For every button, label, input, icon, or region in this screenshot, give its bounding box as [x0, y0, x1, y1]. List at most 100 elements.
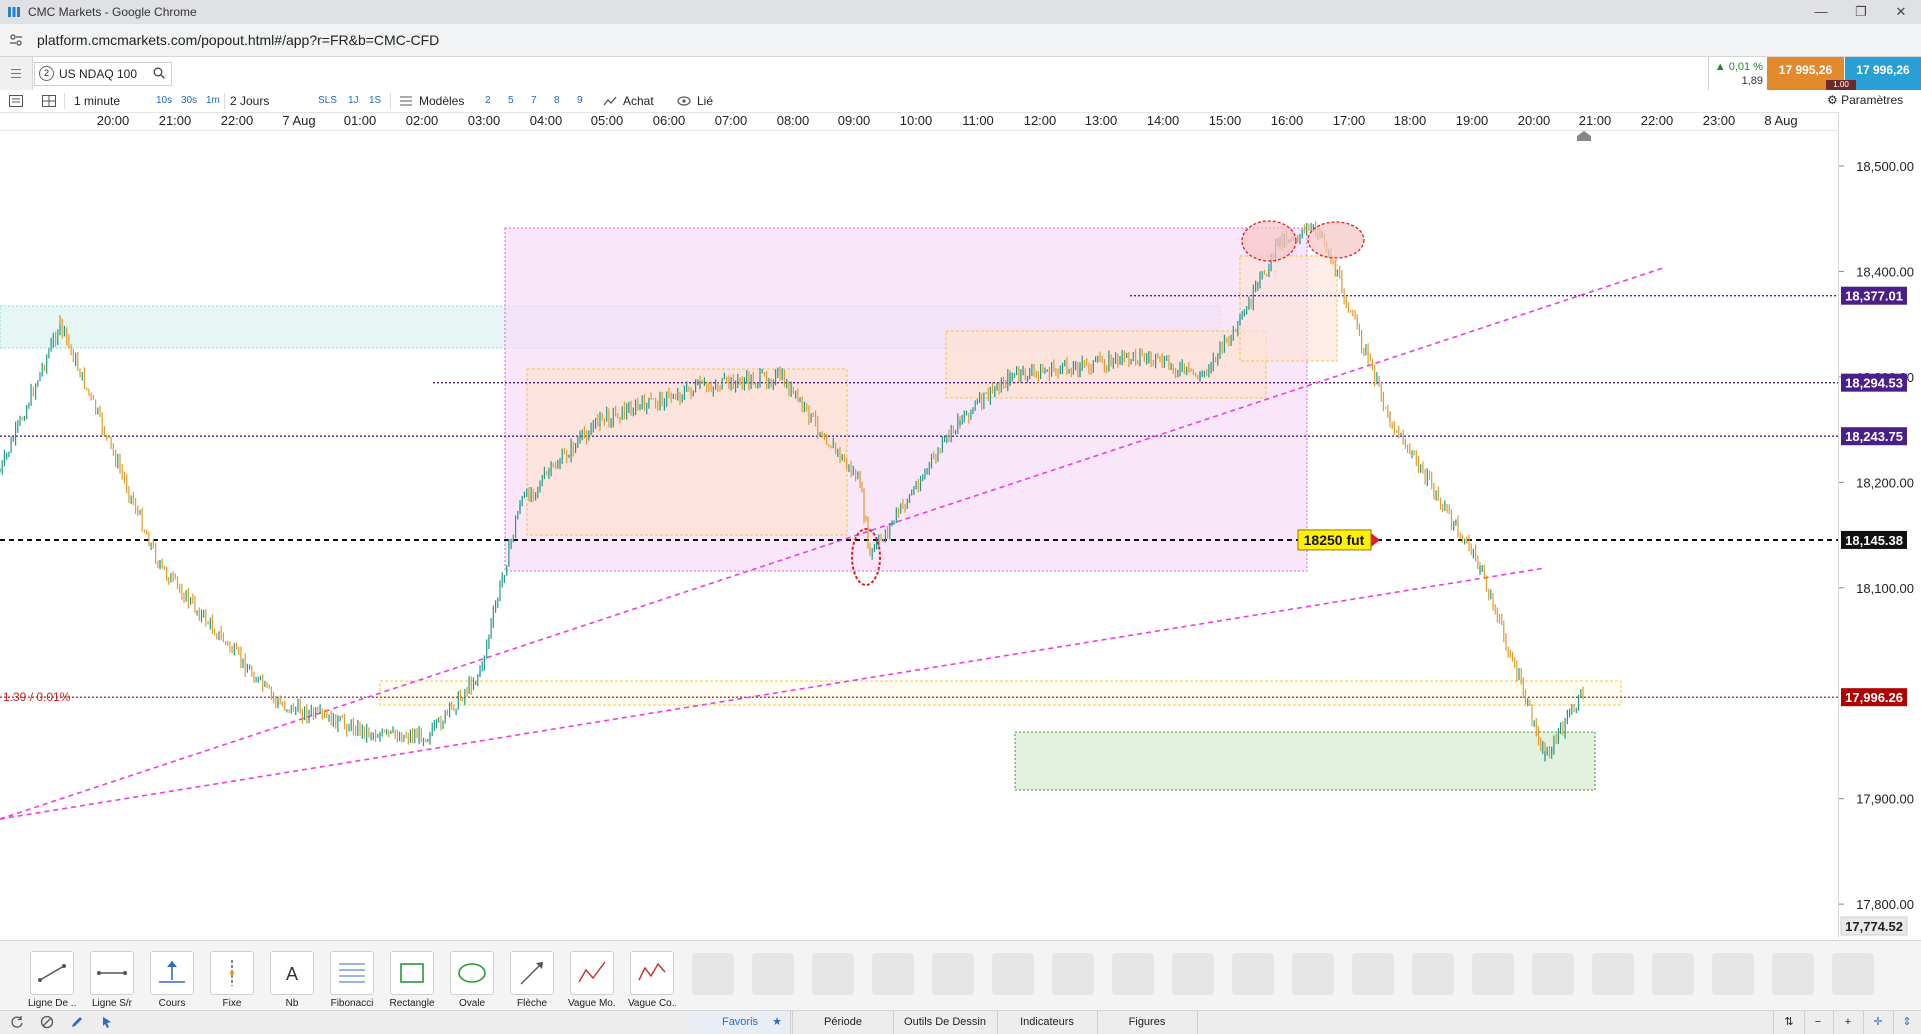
restore-icon[interactable]: ❐ [1841, 0, 1881, 24]
time-marker-icon [1577, 131, 1591, 141]
pencil-icon[interactable] [70, 1015, 84, 1029]
tool-label: Rectangle [389, 998, 435, 1009]
templates-icon[interactable] [398, 93, 414, 109]
zone-yellow [379, 680, 1622, 706]
buy-button[interactable]: 17 996,26 [1845, 57, 1921, 90]
tool-arrow[interactable]: Flèche [508, 951, 556, 1009]
price-chart[interactable]: 18250 fut 1.39 / 0.01% [0, 131, 1838, 938]
tool-line[interactable]: Ligne De ... [28, 951, 76, 1009]
range-1s[interactable]: 1S [369, 95, 381, 106]
preset-5[interactable]: 5 [508, 95, 514, 106]
url-text[interactable]: platform.cmcmarkets.com/popout.html#/app… [37, 32, 439, 48]
browser-titlebar: CMC Markets - Google Chrome — ❐ ✕ [0, 0, 1921, 25]
time-tick: 17:00 [1332, 113, 1366, 128]
empty-tool-slot[interactable] [1112, 953, 1154, 995]
cursor-icon[interactable] [100, 1015, 114, 1029]
tool-sr[interactable]: Ligne S/r [88, 951, 136, 1009]
crosshair-icon[interactable]: ✛ [1863, 1011, 1894, 1034]
empty-tool-slot[interactable] [1052, 953, 1094, 995]
settings-button[interactable]: ⚙ Paramètres [1827, 93, 1903, 107]
preset-8[interactable]: 8 [554, 95, 560, 106]
refresh-icon[interactable] [10, 1015, 24, 1029]
preset-7[interactable]: 7 [531, 95, 537, 106]
tool-fixed-icon [210, 951, 254, 995]
time-tick: 18:00 [1393, 113, 1427, 128]
price-axis[interactable]: 18,500.0018,400.0018,300.0018,200.0018,1… [1838, 112, 1921, 938]
zone-green [1014, 731, 1596, 791]
tool-rectangle[interactable]: Rectangle [388, 951, 436, 1009]
range-select[interactable]: 2 Jours [230, 94, 269, 108]
empty-tool-slot[interactable] [1652, 953, 1694, 995]
range-1j[interactable]: 1J [348, 95, 359, 106]
disable-icon[interactable] [40, 1015, 54, 1029]
spread-badge: 1.00 [1826, 80, 1856, 90]
preset-2[interactable]: 2 [485, 95, 491, 106]
time-tick: 13:00 [1084, 113, 1118, 128]
empty-tool-slot[interactable] [1352, 953, 1394, 995]
interval-10s[interactable]: 10s [156, 95, 172, 106]
zoom-out-icon[interactable]: − [1803, 1011, 1834, 1034]
tool-text[interactable]: A Nb [268, 951, 316, 1009]
interval-select[interactable]: 1 minute [74, 94, 120, 108]
drawing-toolbar: Ligne De ... Ligne S/r Cours Fixe A Nb Fibonac… [0, 940, 1921, 1011]
tool-label: Vague Mo... [568, 998, 616, 1009]
fit-icon[interactable]: ⇕ [1893, 1011, 1921, 1034]
oval-top-2 [1307, 221, 1365, 259]
buy-chart-icon[interactable] [602, 93, 618, 109]
tool-fibonacci[interactable]: Fibonacci [328, 951, 376, 1009]
tool-fixed[interactable]: Fixe [208, 951, 256, 1009]
empty-tool-slot[interactable] [1472, 953, 1514, 995]
time-tick: 05:00 [590, 113, 624, 128]
tool-label: Vague Co... [628, 998, 676, 1009]
star-icon[interactable]: ★ [762, 1011, 793, 1034]
menu-icon[interactable] [0, 57, 33, 90]
tool-oval[interactable]: Ovale [448, 951, 496, 1009]
layout-grid-icon[interactable] [41, 93, 57, 109]
address-bar[interactable]: platform.cmcmarkets.com/popout.html#/app… [0, 24, 1921, 57]
tool-wave2[interactable]: Vague Co... [628, 951, 676, 1009]
empty-tool-slot[interactable] [1772, 953, 1814, 995]
zoom-in-icon[interactable]: + [1833, 1011, 1864, 1034]
empty-tool-slot[interactable] [872, 953, 914, 995]
empty-tool-slot[interactable] [1832, 953, 1874, 995]
empty-tool-slot[interactable] [932, 953, 974, 995]
tab-figures[interactable]: Figures [1097, 1011, 1198, 1034]
buy-toggle[interactable]: Achat [623, 94, 654, 108]
site-settings-icon[interactable] [8, 32, 24, 48]
empty-tool-slot[interactable] [1412, 953, 1454, 995]
tab-indicateurs[interactable]: Indicateurs [997, 1011, 1098, 1034]
interval-1m[interactable]: 1m [206, 95, 220, 106]
close-icon[interactable]: ✕ [1881, 0, 1921, 24]
interval-30s[interactable]: 30s [181, 95, 197, 106]
preset-9[interactable]: 9 [577, 95, 583, 106]
templates-button[interactable]: Modèles [419, 94, 464, 108]
tool-label: Fibonacci [330, 998, 374, 1009]
linked-toggle[interactable]: Lié [697, 94, 713, 108]
search-icon[interactable] [153, 67, 165, 79]
tool-wave1[interactable]: Vague Mo... [568, 951, 616, 1009]
empty-tool-slot[interactable] [812, 953, 854, 995]
tab-periode[interactable]: Période [793, 1011, 894, 1034]
empty-tool-slot[interactable] [1232, 953, 1274, 995]
tool-label: Nb [285, 998, 299, 1009]
window-title: CMC Markets - Google Chrome [28, 5, 197, 19]
tool-arrow-icon [510, 951, 554, 995]
empty-tool-slot[interactable] [1172, 953, 1214, 995]
range-sls[interactable]: SLS [318, 95, 337, 106]
empty-tool-slot[interactable] [1292, 953, 1334, 995]
minimize-icon[interactable]: — [1801, 0, 1841, 24]
chart-list-icon[interactable] [8, 93, 24, 109]
empty-tool-slot[interactable] [1592, 953, 1634, 995]
instrument-search[interactable]: 2 US NDAQ 100 [34, 62, 172, 86]
tab-outils-de-dessin[interactable]: Outils De Dessin [893, 1011, 998, 1034]
empty-tool-slot[interactable] [1532, 953, 1574, 995]
time-tick: 10:00 [899, 113, 933, 128]
reset-scale-icon[interactable]: ⇅ [1773, 1011, 1805, 1034]
empty-tool-slot[interactable] [1712, 953, 1754, 995]
tool-label: Cours [158, 998, 186, 1009]
link-icon[interactable] [676, 93, 692, 109]
empty-tool-slot[interactable] [692, 953, 734, 995]
tool-price[interactable]: Cours [148, 951, 196, 1009]
empty-tool-slot[interactable] [992, 953, 1034, 995]
empty-tool-slot[interactable] [752, 953, 794, 995]
